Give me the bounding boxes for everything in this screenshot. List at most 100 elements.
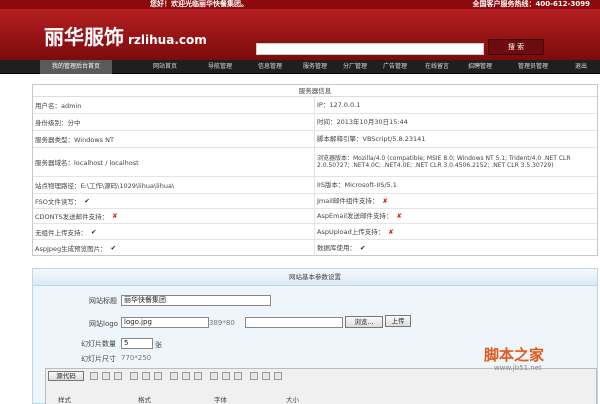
save-icon[interactable] [90, 372, 98, 380]
slide-size-label: 幻灯片尺寸 [81, 355, 116, 363]
info-row: 服务器域名：localhost / localhost 浏览器版本：Mozill… [33, 148, 597, 177]
copy-icon[interactable] [142, 372, 150, 380]
paste-icon[interactable] [154, 372, 162, 380]
check-icon: ✔ [91, 227, 97, 236]
info-role: 身份级别：分中 [35, 119, 81, 127]
info-iis-version: IIS版本：Microsoft-IIS/5.1 [314, 177, 596, 193]
preview-icon[interactable] [114, 372, 122, 380]
info-jmail-label: Jmail邮件组件支持： [317, 197, 379, 205]
nav-item-navigation[interactable]: 导航管理 [195, 60, 245, 74]
server-info-title: 服务器信息 [33, 85, 597, 97]
logo-label: 网站logo [89, 320, 118, 328]
cross-icon: ✘ [382, 197, 388, 205]
header: 丽华服饰 rzlihua.com 搜 索 [0, 9, 600, 60]
underline-icon[interactable] [194, 372, 202, 380]
info-row: 站点物理路径：E:\工作\源码\1029\lihua\lihua\ IIS版本：… [33, 177, 597, 194]
info-time: 时间：2013年10月30日15:44 [314, 114, 596, 130]
top-bar: 您好！欢迎光临丽华快餐集团。 全国客户服务热线：400-612-3099 [0, 0, 600, 9]
align-left-icon[interactable] [210, 372, 218, 380]
info-upload: 无组件上传支持： ✔ [35, 224, 310, 239]
info-aspupload: AspUpload上传支持： ✘ [314, 224, 596, 239]
info-server-domain: 服务器域名：localhost / localhost [35, 159, 139, 167]
logo-input[interactable]: logo.jpg [121, 317, 209, 328]
info-jmail: Jmail邮件组件支持： ✘ [314, 194, 596, 208]
watermark-text: 脚本之家 [484, 346, 545, 364]
slide-count-label: 幻灯片数量 [81, 340, 116, 348]
info-row: FSO文件读写： ✔ Jmail邮件组件支持： ✘ [33, 194, 597, 209]
slide-count-unit: 张 [155, 341, 162, 349]
info-aspemail: AspEmail发送邮件支持： ✘ [314, 209, 596, 223]
server-info-panel: 服务器信息 用户名：admin IP：127.0.0.1 身份级别：分中 时间：… [32, 84, 598, 256]
cross-icon: ✘ [388, 227, 394, 236]
info-row: 服务器类型：Windows NT 脚本解释引擎：VBScript/5.8.231… [33, 131, 597, 148]
watermark-site: www.jb51.net [494, 364, 542, 372]
info-row: CDONTS发送邮件支持： ✘ AspEmail发送邮件支持： ✘ [33, 209, 597, 224]
info-cdonts: CDONTS发送邮件支持： ✘ [35, 209, 310, 223]
info-fso: FSO文件读写： ✔ [35, 194, 310, 208]
check-icon: ✔ [110, 244, 117, 252]
info-script-engine: 脚本解释引擎：VBScript/5.8.23141 [314, 131, 596, 147]
info-database: 数据库使用： ✔ [314, 240, 596, 256]
upload-button[interactable]: 上传 [385, 315, 411, 327]
cross-icon: ✘ [396, 212, 402, 220]
info-row: AspJpeg生成预览图片： ✔ 数据库使用： ✔ [33, 240, 597, 256]
info-fso-label: FSO文件读写： [35, 198, 81, 206]
info-username: 用户名：admin [35, 102, 82, 110]
table-icon[interactable] [274, 372, 282, 380]
logo: 丽华服饰 rzlihua.com [44, 25, 207, 52]
nav-item-logout[interactable]: 退出 [566, 60, 596, 74]
info-aspupload-label: AspUpload上传支持： [317, 227, 385, 236]
site-title-input[interactable]: 丽华快餐集团 [121, 295, 271, 306]
settings-form-title: 网站基本参数设置 [33, 269, 597, 286]
slide-size-value: 770*250 [121, 354, 152, 362]
align-center-icon[interactable] [222, 372, 230, 380]
bold-icon[interactable] [170, 372, 178, 380]
logo-text: 丽华服饰 [44, 25, 124, 49]
welcome-text: 您好！欢迎光临丽华快餐集团。 [150, 0, 248, 8]
search-button[interactable]: 搜 索 [488, 39, 544, 55]
nav-item-home[interactable]: 网站首页 [140, 60, 190, 74]
info-upload-label: 无组件上传支持： [35, 228, 87, 237]
info-aspjpeg-label: AspJpeg生成预览图片： [35, 245, 107, 253]
logo-file-path[interactable] [245, 317, 343, 328]
info-database-label: 数据库使用： [317, 244, 356, 252]
source-code-button[interactable]: 源代码 [48, 371, 84, 381]
info-server-type: 服务器类型：Windows NT [35, 136, 114, 144]
info-ip: IP：127.0.0.1 [314, 97, 596, 113]
check-icon: ✔ [360, 244, 366, 252]
main-nav: 我的管理后台首页 网站首页 导航管理 信息管理 服务管理 分厂管理 广告管理 在… [0, 60, 600, 74]
new-page-icon[interactable] [102, 372, 110, 380]
logo-domain: rzlihua.com [128, 33, 207, 47]
info-row: 无组件上传支持： ✔ AspUpload上传支持： ✘ [33, 224, 597, 240]
settings-form: 网站基本参数设置 网站标题 丽华快餐集团 网站logo logo.jpg 389… [32, 268, 598, 404]
cross-icon: ✘ [112, 212, 118, 220]
info-site-path: 站点物理路径：E:\工作\源码\1029\lihua\lihua\ [35, 182, 175, 190]
nav-item-admins[interactable]: 管理员管理 [508, 60, 558, 74]
check-icon: ✔ [84, 197, 90, 205]
slide-count-input[interactable]: 5 [121, 338, 153, 349]
format-select[interactable]: 格式 [138, 394, 151, 404]
nav-item-admin-home[interactable]: 我的管理后台首页 [40, 60, 112, 74]
search-input[interactable] [256, 43, 484, 55]
nav-item-info[interactable]: 信息管理 [245, 60, 295, 74]
info-row: 用户名：admin IP：127.0.0.1 [33, 97, 597, 114]
align-right-icon[interactable] [234, 372, 242, 380]
info-aspemail-label: AspEmail发送邮件支持： [317, 212, 393, 220]
italic-icon[interactable] [182, 372, 190, 380]
info-row: 身份级别：分中 时间：2013年10月30日15:44 [33, 114, 597, 131]
browse-button[interactable]: 浏览... [345, 316, 383, 328]
style-select[interactable]: 样式 [58, 394, 71, 404]
site-title-label: 网站标题 [89, 297, 117, 305]
info-browser: 浏览器版本：Mozilla/4.0 (compatible; MSIE 8.0;… [314, 148, 596, 176]
logo-size-hint: 389*80 [209, 319, 235, 327]
info-cdonts-label: CDONTS发送邮件支持： [35, 213, 109, 221]
info-aspjpeg: AspJpeg生成预览图片： ✔ [35, 240, 310, 256]
link-icon[interactable] [250, 372, 258, 380]
font-select[interactable]: 字体 [214, 394, 227, 404]
image-icon[interactable] [262, 372, 270, 380]
size-select[interactable]: 大小 [286, 394, 299, 404]
watermark: 脚本之家 www.jb51.net [484, 344, 596, 376]
nav-item-jobs[interactable]: 招聘管理 [455, 60, 505, 74]
hotline-text: 全国客户服务热线：400-612-3099 [472, 0, 590, 8]
cut-icon[interactable] [130, 372, 138, 380]
